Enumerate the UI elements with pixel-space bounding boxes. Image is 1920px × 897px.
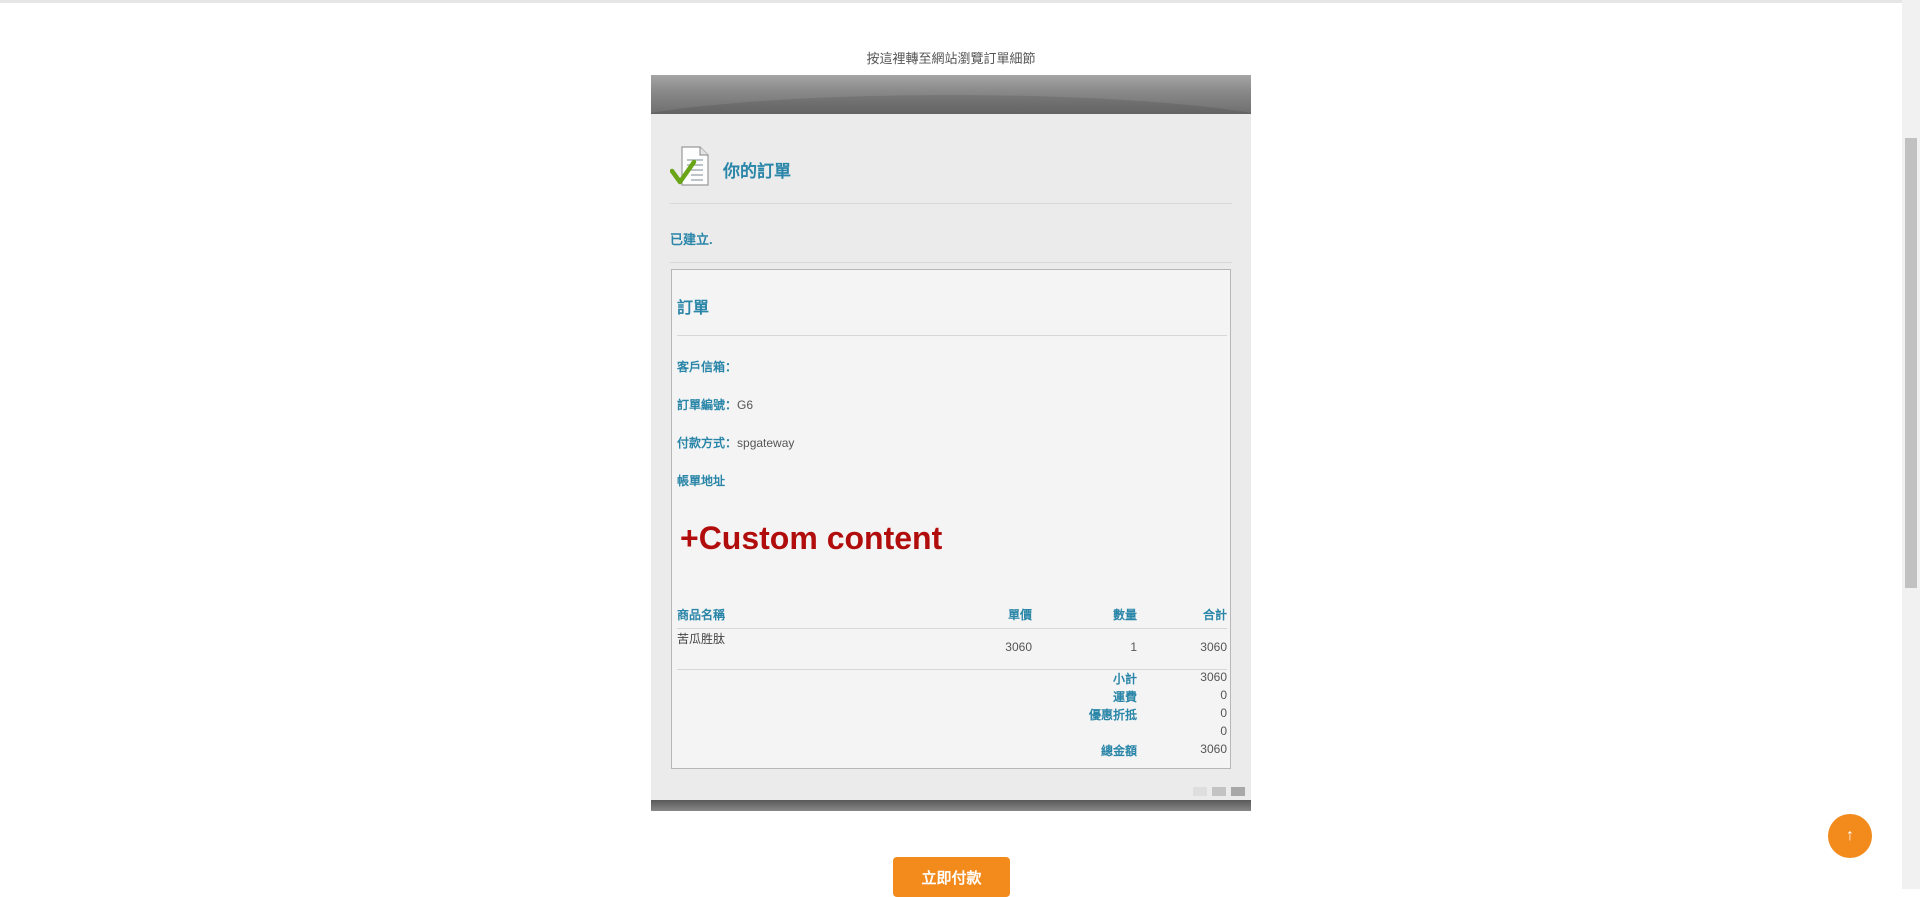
payment-method-label: 付款方式： — [677, 436, 738, 450]
shipping-label: 運費 — [1112, 690, 1137, 704]
order-number-label: 訂單編號： — [677, 398, 738, 412]
payment-method-value: spgateway — [737, 436, 795, 450]
scrollbar-thumb[interactable] — [1905, 138, 1917, 588]
order-details-box: 訂單 客戶信箱： 訂單編號：G6 付款方式：spgateway 帳單地址 +Cu… — [671, 269, 1231, 769]
top-rule — [0, 0, 1902, 3]
order-email-card: 你的訂單 已建立. 訂單 客戶信箱： 訂單編號：G6 付款方式：spgatewa… — [651, 75, 1251, 811]
custom-content-text: +Custom content — [680, 520, 943, 556]
order-number-line: 訂單編號：G6 — [677, 396, 753, 413]
col-header-product-name: 商品名稱 — [677, 608, 726, 622]
payment-method-line: 付款方式：spgateway — [677, 434, 794, 451]
divider — [677, 628, 1227, 629]
discount-value: 0 — [1220, 706, 1227, 720]
unit-price-cell: 3060 — [1005, 640, 1032, 654]
order-document-icon — [670, 146, 709, 186]
card-footer-banner — [651, 800, 1251, 811]
order-title-row: 你的訂單 — [670, 143, 1232, 204]
order-card-title: 你的訂單 — [723, 162, 791, 181]
pager-dot — [1231, 787, 1245, 796]
scroll-to-top-button[interactable]: ↑ — [1828, 814, 1872, 858]
divider — [677, 335, 1227, 336]
subtotal-value: 3060 — [1200, 670, 1227, 684]
order-number-value: G6 — [737, 398, 754, 412]
pager-dot — [1193, 787, 1207, 796]
grand-total-label: 總金額 — [1100, 744, 1137, 758]
quantity-cell: 1 — [1130, 640, 1137, 654]
pager-dot — [1212, 787, 1226, 796]
extra-fee-value: 0 — [1220, 724, 1227, 738]
order-details-heading: 訂單 — [677, 300, 710, 317]
line-total-cell: 3060 — [1200, 640, 1227, 654]
shipping-value: 0 — [1220, 688, 1227, 702]
view-order-online-link[interactable]: 按這裡轉至網站瀏覽訂單細節 — [651, 48, 1251, 67]
order-status-text: 已建立. — [670, 232, 713, 247]
product-name-cell: 苦瓜胜肽 — [677, 632, 726, 646]
customer-email-label: 客戶信箱： — [677, 360, 738, 374]
card-header-banner — [651, 75, 1251, 114]
col-header-quantity: 數量 — [1112, 608, 1137, 622]
billing-address-label: 帳單地址 — [677, 474, 726, 488]
customer-email-line: 客戶信箱： — [677, 358, 737, 375]
col-header-total: 合計 — [1202, 608, 1227, 622]
col-header-unit-price: 單價 — [1007, 608, 1032, 622]
pay-now-button[interactable]: 立即付款 — [893, 857, 1010, 897]
arrow-up-icon: ↑ — [1846, 827, 1854, 844]
divider — [670, 262, 1232, 263]
divider — [677, 669, 1227, 670]
billing-address-line: 帳單地址 — [677, 472, 725, 489]
subtotal-label: 小計 — [1112, 672, 1137, 686]
grand-total-value: 3060 — [1200, 742, 1227, 756]
discount-label: 優惠折抵 — [1088, 708, 1137, 722]
